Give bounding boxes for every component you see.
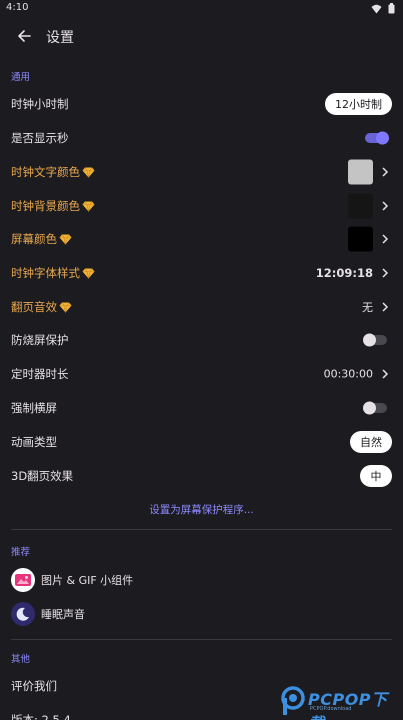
photo-widget-icon [11, 568, 35, 592]
flip3d-chip[interactable]: 中 [360, 465, 392, 487]
burn-in-toggle[interactable] [363, 333, 387, 347]
gem-icon [59, 233, 72, 245]
animation-chip[interactable]: 自然 [350, 431, 392, 453]
section-header-other: 其他 [11, 654, 31, 665]
watermark-brand: PCPOP下载 [308, 690, 388, 720]
status-time: 4:10 [6, 2, 29, 13]
row-flip3d[interactable]: 3D翻页效果 中 [0, 459, 403, 493]
gem-icon [82, 200, 95, 212]
set-screensaver-link[interactable]: 设置为屏幕保护程序... [0, 500, 403, 520]
row-force-landscape[interactable]: 强制横屏 [0, 391, 403, 425]
chevron-right-icon [382, 167, 389, 177]
recommend-item-sleep-sounds[interactable]: 睡眠声音 [0, 597, 403, 631]
show-seconds-toggle[interactable] [365, 131, 389, 145]
clock-format-chip[interactable]: 12小时制 [325, 93, 392, 115]
row-clock-format[interactable]: 时钟小时制 12小时制 [0, 87, 403, 121]
bg-color-swatch[interactable] [348, 193, 373, 219]
row-label: 防烧屏保护 [11, 333, 69, 347]
version-label: 版本: 2.5.4 [11, 713, 71, 720]
divider [11, 639, 392, 640]
row-label-text: 翻页音效 [11, 300, 57, 314]
row-text-color[interactable]: 时钟文字颜色 [0, 155, 403, 189]
watermark-sub: PCPOP.download [310, 706, 352, 712]
row-font-style[interactable]: 时钟字体样式 12:09:18 [0, 256, 403, 290]
row-label: 3D翻页效果 [11, 469, 74, 483]
row-label: 动画类型 [11, 435, 57, 449]
section-header-general: 通用 [11, 72, 31, 83]
photo-widget-label: 图片 & GIF 小组件 [41, 574, 134, 587]
chevron-right-icon [382, 268, 389, 278]
chevron-right-icon [382, 201, 389, 211]
sleep-sounds-icon [11, 602, 35, 626]
status-bar: 4:10 [0, 0, 403, 18]
row-label-text: 时钟文字颜色 [11, 165, 80, 179]
app-bar: 设置 [0, 18, 403, 54]
page-title: 设置 [46, 30, 74, 46]
row-label: 时钟字体样式 [11, 265, 95, 281]
moon-icon [16, 607, 29, 621]
row-label: 强制横屏 [11, 401, 57, 415]
status-icons [371, 3, 395, 14]
row-screen-color[interactable]: 屏幕颜色 [0, 222, 403, 256]
row-show-seconds[interactable]: 是否显示秒 [0, 121, 403, 155]
row-label: 时钟小时制 [11, 97, 69, 111]
gem-icon [59, 301, 72, 313]
toggle-knob [363, 333, 376, 347]
arrow-left-icon [18, 30, 31, 42]
row-animation[interactable]: 动画类型 自然 [0, 425, 403, 459]
row-label: 是否显示秒 [11, 131, 69, 145]
screen-color-swatch[interactable] [348, 226, 373, 252]
row-label: 翻页音效 [11, 299, 72, 315]
pcpop-logo-icon [281, 686, 305, 715]
row-label-text: 时钟字体样式 [11, 266, 80, 280]
recommend-item-photo-widget[interactable]: 图片 & GIF 小组件 [0, 563, 403, 597]
text-color-swatch[interactable] [348, 159, 373, 185]
rate-us-label: 评价我们 [11, 679, 57, 693]
toggle-knob [376, 131, 389, 145]
chevron-right-icon [382, 234, 389, 244]
gem-icon [82, 267, 95, 279]
chevron-right-icon [382, 369, 389, 379]
divider [11, 529, 392, 530]
font-style-preview: 12:09:18 [315, 266, 373, 280]
row-flip-sound[interactable]: 翻页音效 无 [0, 290, 403, 324]
row-label: 定时器时长 [11, 367, 69, 381]
back-button[interactable] [12, 24, 36, 48]
row-label: 时钟背景颜色 [11, 198, 95, 214]
row-burn-in[interactable]: 防烧屏保护 [0, 323, 403, 357]
force-landscape-toggle[interactable] [363, 401, 387, 415]
chevron-right-icon [382, 302, 389, 312]
gem-icon [82, 166, 95, 178]
sleep-sounds-label: 睡眠声音 [41, 608, 85, 621]
toggle-knob [363, 401, 376, 415]
row-bg-color[interactable]: 时钟背景颜色 [0, 189, 403, 223]
image-icon [15, 574, 31, 586]
battery-icon [388, 3, 395, 14]
flip-sound-value: 无 [362, 301, 373, 314]
watermark: PCPOP下载 PCPOP.download [278, 682, 403, 720]
row-label: 时钟文字颜色 [11, 164, 95, 180]
section-header-recommend: 推荐 [11, 547, 31, 558]
row-label-text: 时钟背景颜色 [11, 199, 80, 213]
row-label: 屏幕颜色 [11, 231, 72, 247]
timer-value: 00:30:00 [323, 367, 373, 381]
row-label-text: 屏幕颜色 [11, 232, 57, 246]
wifi-icon [371, 4, 382, 13]
row-timer[interactable]: 定时器时长 00:30:00 [0, 357, 403, 391]
